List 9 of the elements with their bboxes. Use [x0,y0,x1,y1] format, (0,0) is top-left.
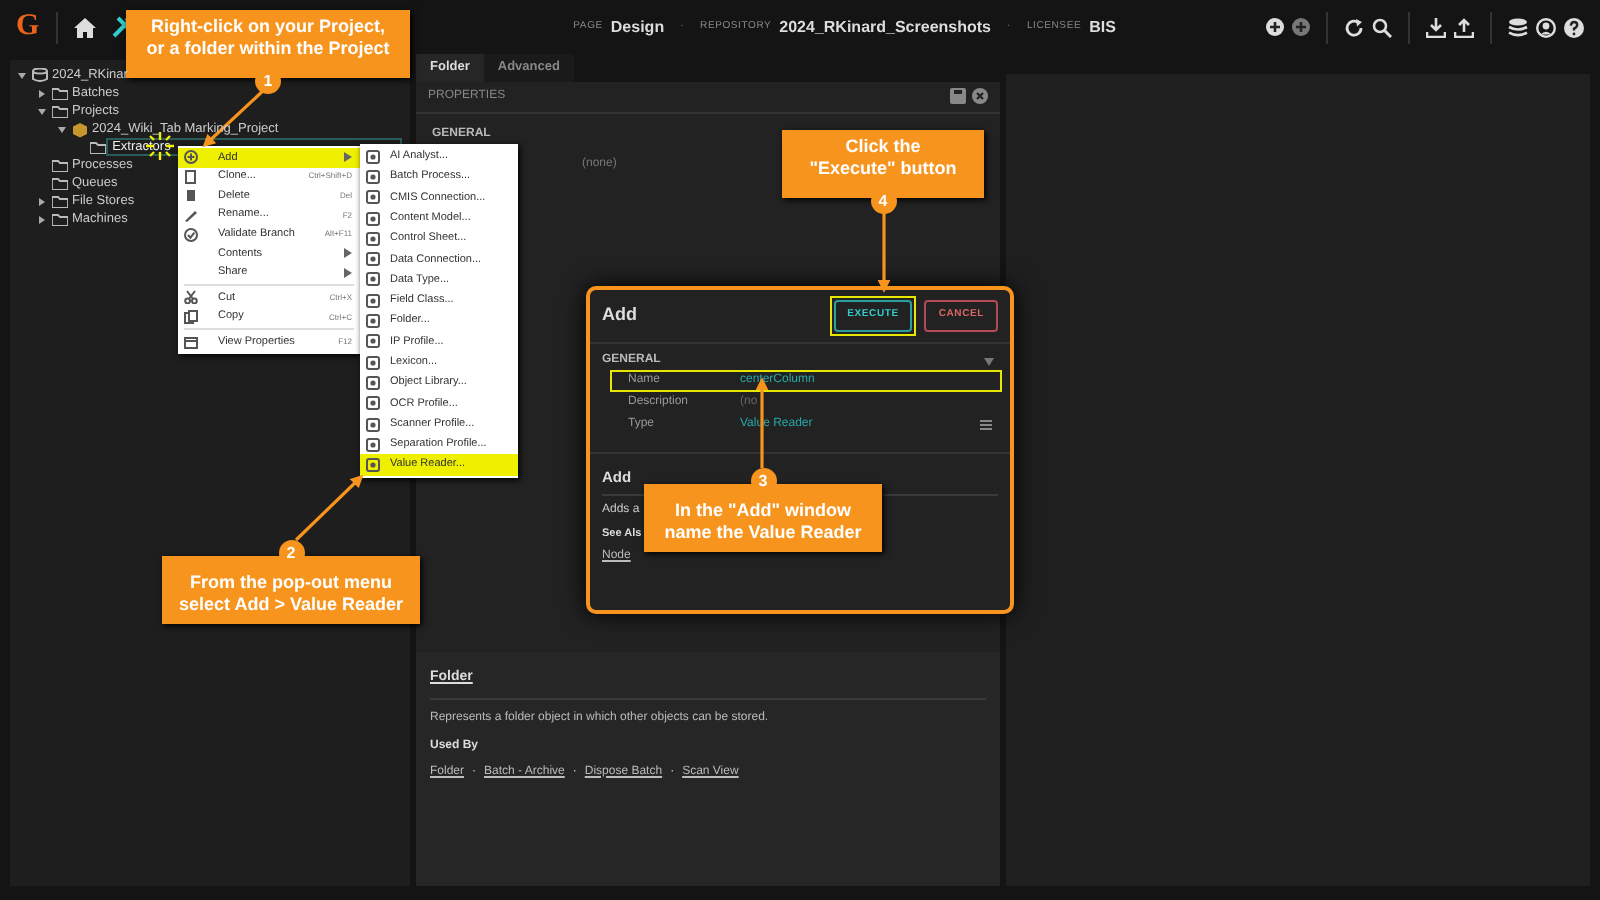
callout-text: From the pop-out menu select Add > Value Reader [179,572,403,615]
dialog-title: Add [602,302,637,329]
callout-text: Click the "Execute" button [809,136,957,179]
licensee-value: BIS [1089,15,1116,39]
page-value: Design [610,15,665,39]
callout-text: Right-click on your Project, or a folder within the Project [146,16,390,59]
callout-text: In the "Add" window name the Value Reader [664,500,862,543]
repository-value: 2024_RKinard_Screenshots [779,15,991,39]
logo: G [16,10,40,44]
